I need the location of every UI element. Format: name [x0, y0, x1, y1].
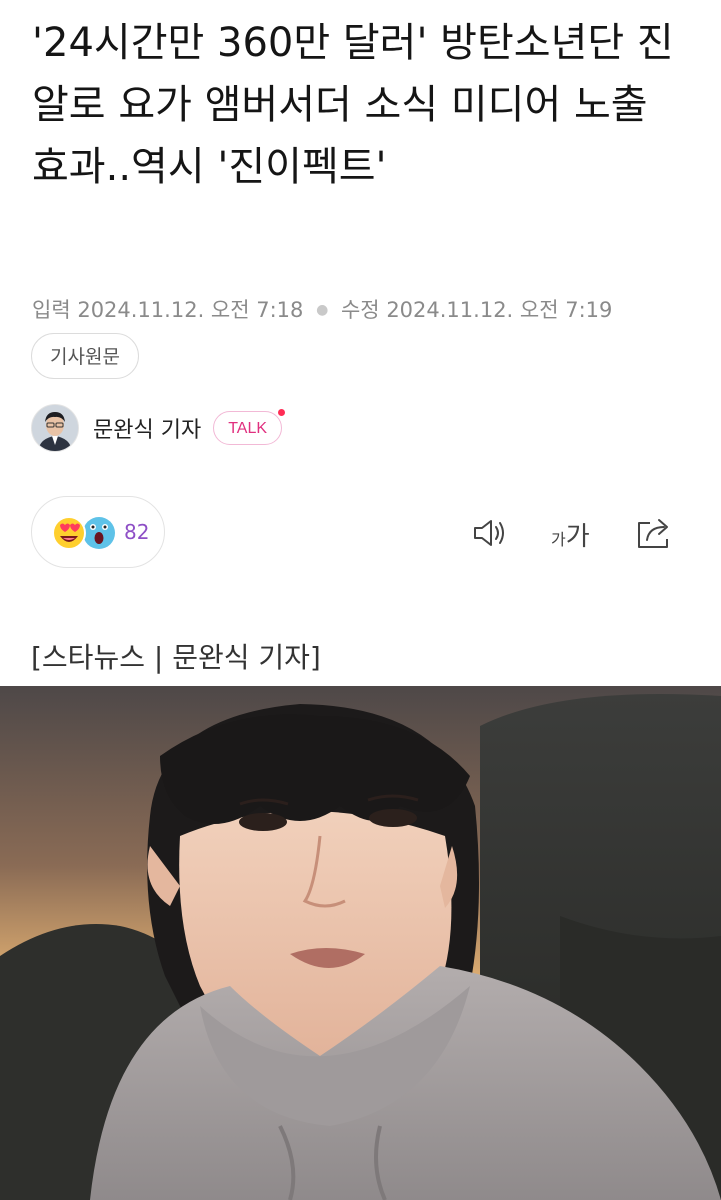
talk-button[interactable]: TALK — [213, 409, 286, 445]
article-headline: '24시간만 360만 달러' 방탄소년단 진 알로 요가 앰버서더 소식 미디… — [32, 20, 674, 190]
modified-label: 수정 — [340, 298, 380, 322]
article-byline: [스타뉴스 | 문완식 기자] — [31, 641, 321, 674]
original-article-button[interactable]: 기사원문 — [31, 333, 139, 379]
heart-eyes-emoji-icon — [52, 516, 86, 550]
font-size-large-glyph: 가 — [565, 522, 590, 552]
article-photo-image — [0, 686, 721, 1200]
reporter-name[interactable]: 문완식 기자 — [93, 412, 201, 444]
reaction-count: 82 — [124, 520, 150, 544]
input-label: 입력 — [32, 298, 71, 322]
font-size-button[interactable]: 가가 — [551, 516, 590, 553]
reaction-button[interactable]: 82 — [31, 496, 165, 568]
reaction-emojis — [52, 516, 115, 550]
share-icon[interactable] — [634, 513, 676, 553]
surprised-emoji-icon — [83, 517, 115, 549]
reporter-row: 문완식 기자 TALK — [31, 404, 286, 452]
separator-dot: ● — [316, 302, 329, 318]
reporter-avatar[interactable] — [31, 404, 79, 452]
talk-label: TALK — [228, 420, 268, 437]
reporter-avatar-image — [32, 405, 78, 451]
modified-time: 2024.11.12. 오전 7:19 — [386, 298, 613, 322]
speaker-icon[interactable] — [471, 513, 511, 553]
article-photo[interactable] — [0, 686, 721, 1200]
font-size-small-glyph: 가 — [551, 530, 566, 549]
article-timestamps: 입력 2024.11.12. 오전 7:18 ● 수정 2024.11.12. … — [32, 294, 612, 324]
input-time: 2024.11.12. 오전 7:18 — [77, 298, 304, 322]
new-notification-dot — [278, 409, 286, 416]
